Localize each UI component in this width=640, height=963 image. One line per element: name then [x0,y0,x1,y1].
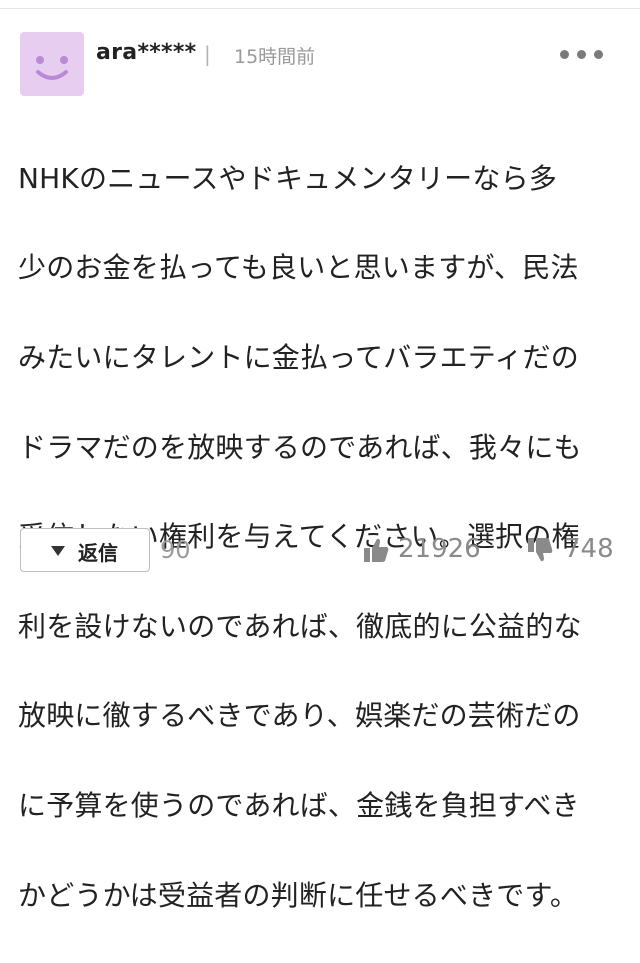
reply-button-label: 返信 [78,541,118,565]
comment-body-line: 利を設けないのであれば、徹底的に公益的な [18,609,582,643]
username[interactable]: ara***** [96,40,196,65]
timestamp: 15時間前 [234,46,316,68]
thumbs-down-icon [528,538,553,562]
triangle-down-icon [51,546,65,556]
comment-body-line: みたいにタレントに金払ってバラエティだの [18,340,579,374]
like-button[interactable]: 21926 [362,532,492,568]
thumbs-up-icon [364,538,389,562]
reply-count: 90 [160,536,191,564]
comment-body-line: 放映に徹するべきであり、娯楽だの芸術だの [18,699,581,733]
avatar[interactable] [20,32,84,96]
comment-card: ara***** | 15時間前 NHKのニュースやドキュメンタリーなら多 少の… [0,10,640,912]
comment-body-line: ドラマだのを放映するのであれば、我々にも [18,430,582,464]
like-count: 21926 [398,534,481,564]
smiley-face-icon [36,56,68,80]
dislike-count: 748 [564,534,614,564]
comment-body-line: NHKのニュースやドキュメンタリーなら多 [18,161,557,195]
top-divider [0,0,640,9]
comment-body-line: かどうかは受益者の判断に任せるべきです。 [18,878,579,912]
comment-body-line: に予算を使うのであれば、金銭を負担すべき [18,788,580,822]
comment-body-line: 少のお金を払っても良いと思いますが、民法 [18,251,579,285]
header-separator: | [204,42,211,66]
reply-button[interactable]: 返信 [20,528,150,572]
more-dots-icon[interactable] [560,48,604,62]
dislike-button[interactable]: 748 [526,532,626,568]
